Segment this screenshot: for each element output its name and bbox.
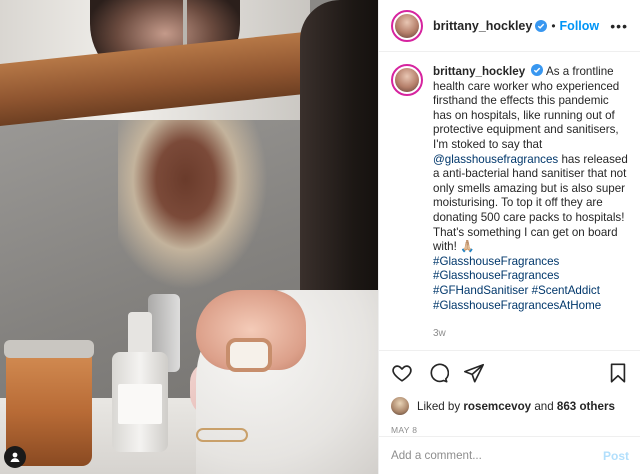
photo-bottle-label — [118, 384, 162, 424]
hashtag-link[interactable]: #GFHandSanitiser — [433, 284, 528, 297]
photo-candle-lid — [4, 340, 94, 358]
photo-rings — [196, 428, 248, 442]
more-options-icon[interactable]: ••• — [610, 18, 628, 34]
comment-input[interactable] — [391, 449, 603, 462]
author-username[interactable]: brittany_hockley — [433, 19, 532, 33]
hashtag-link[interactable]: #GlasshouseFragrancesAtHome — [433, 299, 628, 314]
follow-button[interactable]: Follow — [560, 19, 600, 33]
post-actions: Liked by rosemcevoy and 863 others MAY 8 — [379, 350, 640, 435]
liker-avatar[interactable] — [391, 397, 409, 415]
liker-username[interactable]: rosemcevoy — [463, 400, 531, 413]
verified-badge-icon — [531, 64, 544, 76]
photo-dried-flowers — [118, 120, 268, 290]
hashtag-link[interactable]: #GlasshouseFragrances — [433, 269, 628, 284]
caption-avatar[interactable] — [391, 64, 423, 96]
verified-badge-icon — [535, 19, 548, 32]
header-separator: • — [551, 18, 556, 33]
heart-icon[interactable] — [391, 362, 413, 384]
caption-username[interactable]: brittany_hockley — [433, 65, 525, 78]
post-comment-button[interactable]: Post — [603, 449, 629, 463]
hashtag-link[interactable]: #ScentAddict — [532, 284, 600, 297]
post-date[interactable]: MAY 8 — [391, 425, 629, 435]
photo-watch — [226, 338, 272, 372]
caption-time-ago[interactable]: 3w — [433, 327, 628, 342]
caption: brittany_hockley As a frontline health c… — [379, 52, 640, 342]
instagram-post: brittany_hockley • Follow ••• brittany_h… — [0, 0, 640, 474]
hashtag-list: #GlasshouseFragrances #GlasshouseFragran… — [433, 255, 628, 313]
bookmark-icon[interactable] — [607, 362, 629, 384]
caption-text: brittany_hockley As a frontline health c… — [433, 64, 628, 342]
comment-icon[interactable] — [427, 362, 449, 384]
author-avatar[interactable] — [391, 9, 423, 42]
caption-avatar-image — [395, 68, 419, 92]
likes-summary: Liked by rosemcevoy and 863 others — [391, 397, 629, 415]
likes-others-link[interactable]: 863 others — [557, 400, 615, 413]
post-side-panel: brittany_hockley • Follow ••• brittany_h… — [378, 0, 640, 474]
post-photo[interactable] — [0, 0, 378, 474]
comment-form: Post — [379, 436, 640, 474]
caption-mention-link[interactable]: @glasshousefragrances — [433, 153, 558, 166]
action-icons-row — [391, 361, 629, 385]
author-avatar-image — [395, 13, 419, 38]
hashtag-link[interactable]: #GlasshouseFragrances — [433, 255, 628, 270]
likes-prefix: Liked by — [417, 399, 461, 413]
photo-bottle-pump — [128, 312, 152, 356]
post-header: brittany_hockley • Follow ••• — [379, 0, 640, 52]
share-icon[interactable] — [463, 362, 485, 384]
user-tag-icon[interactable] — [4, 446, 26, 468]
likes-conjunction: and — [534, 399, 554, 413]
caption-body-2: has released a anti-bacterial hand sanit… — [433, 152, 628, 254]
